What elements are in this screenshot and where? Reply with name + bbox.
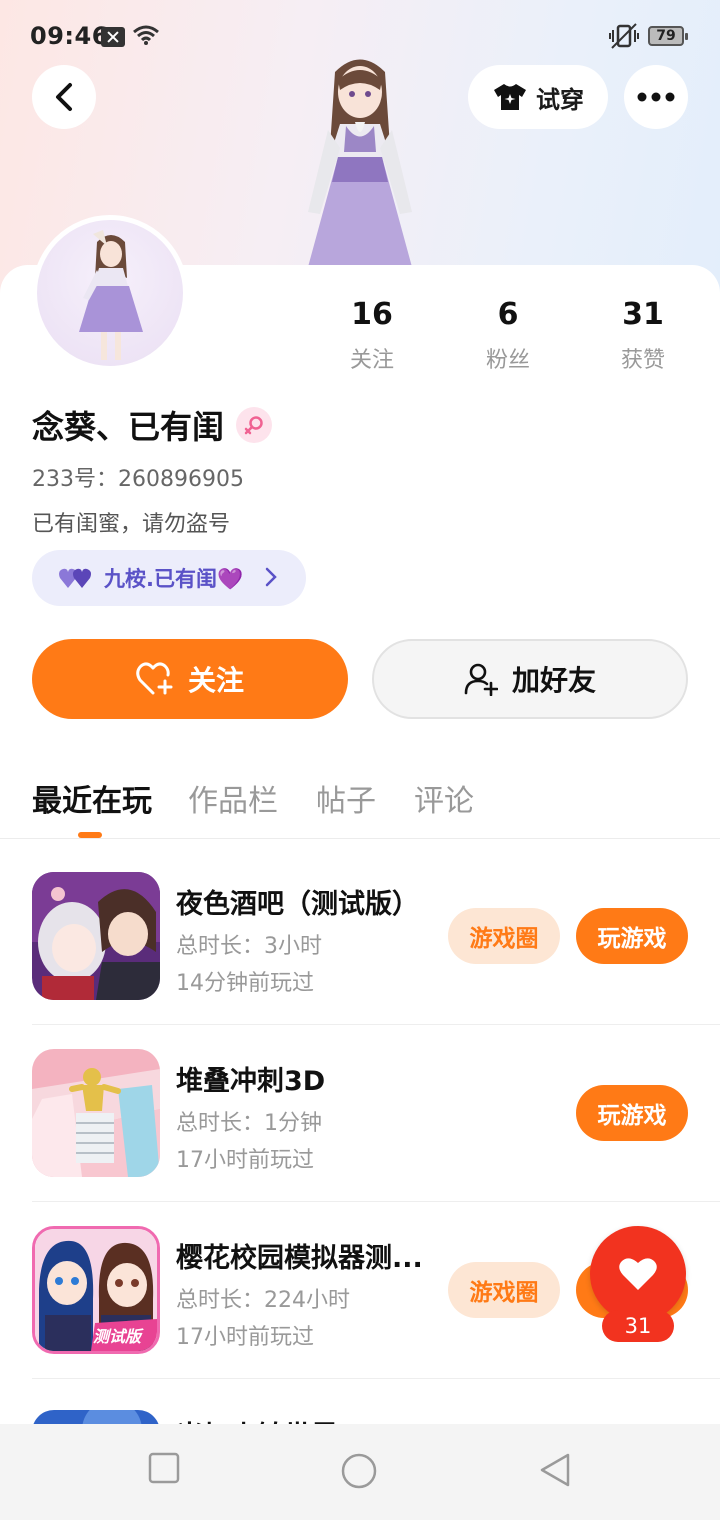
heart-plus-icon [136, 662, 173, 695]
game-icon-duidie-chongci [32, 1049, 160, 1177]
follow-label: 关注 [187, 664, 244, 697]
back-nav-button[interactable] [538, 1452, 572, 1488]
game-title: 夜色酒吧（测试版） [176, 889, 419, 920]
row-divider [32, 1201, 720, 1202]
game-icon-miga-town [32, 1410, 160, 1424]
game-last-played: 17小时前玩过 [176, 1148, 314, 1173]
add-friend-button[interactable]: 加好友 [372, 639, 688, 719]
like-count-badge: 31 [602, 1310, 674, 1342]
game-circle-button[interactable]: 游戏圈 [448, 908, 560, 964]
game-duration: 总时长：224小时 [176, 1288, 350, 1313]
chevron-left-icon [56, 83, 72, 111]
stat-fans-value: 6 [497, 297, 519, 332]
heart-pair-icon [59, 568, 91, 588]
stat-fans-label: 粉丝 [485, 348, 530, 373]
tab-works[interactable]: 作品栏 [188, 776, 278, 820]
row-divider [32, 1024, 720, 1025]
play-game-button[interactable]: 玩游戏 [576, 908, 688, 964]
row-divider [32, 1378, 720, 1379]
try-on-button[interactable]: 试穿 [468, 65, 608, 129]
like-float-button[interactable] [590, 1226, 686, 1322]
system-nav-bar [0, 1424, 720, 1520]
female-gender-icon [236, 407, 273, 443]
username: 念葵、已有闺 [32, 408, 225, 446]
home-button[interactable] [340, 1452, 378, 1490]
name-row: 念葵、已有闺 [32, 402, 273, 448]
avatar[interactable] [32, 215, 188, 371]
stat-likes-label: 获赞 [620, 348, 665, 373]
try-on-label: 试穿 [536, 85, 584, 114]
game-last-played: 17小时前玩过 [176, 1325, 314, 1350]
more-icon [637, 92, 675, 102]
battery-icon: 79 [648, 26, 688, 46]
stat-following-value: 16 [351, 297, 393, 332]
follow-button[interactable]: 关注 [32, 639, 348, 719]
game-duration: 总时长：3小时 [176, 934, 322, 959]
divider [0, 838, 720, 839]
chevron-right-icon [265, 567, 277, 587]
status-time: 09:46 [30, 22, 109, 50]
game-title: 米加小镇世界 [176, 1414, 338, 1424]
stat-following-label: 关注 [349, 348, 394, 373]
more-options-button[interactable] [624, 65, 688, 129]
game-row-duidie-chongci[interactable]: 堆叠冲刺3D 总时长：1分钟 17小时前玩过 玩游戏 [0, 1049, 720, 1225]
stat-fans[interactable]: 6 粉丝 [448, 297, 568, 374]
user-bio: 已有闺蜜，请勿盗号 [32, 512, 231, 537]
game-duration: 总时长：1分钟 [176, 1111, 322, 1136]
game-title: 堆叠冲刺3D [176, 1066, 326, 1097]
bestie-tag[interactable]: 九桉.已有闺💜 [32, 550, 306, 606]
game-row-yese-jiuba[interactable]: 夜色酒吧（测试版） 总时长：3小时 14分钟前玩过 游戏圈 玩游戏 [0, 872, 720, 1048]
add-friend-label: 加好友 [511, 664, 596, 697]
avatar-character-thumbnail [79, 230, 143, 360]
vibrate-icon [609, 23, 639, 49]
stat-likes-value: 31 [622, 297, 664, 332]
tshirt-icon [494, 84, 526, 110]
stat-likes[interactable]: 31 获赞 [583, 297, 703, 374]
tab-posts[interactable]: 帖子 [316, 776, 376, 820]
stat-following[interactable]: 16 关注 [312, 297, 432, 374]
user-id: 233号：260896905 [32, 467, 244, 492]
game-title: 樱花校园模拟器测... [176, 1243, 423, 1274]
game-icon-yese-jiuba [32, 872, 160, 1000]
recent-apps-button[interactable] [148, 1452, 180, 1484]
game-row-miga-town[interactable]: 米加小镇世界 [0, 1404, 720, 1424]
game-last-played: 14分钟前玩过 [176, 971, 314, 996]
bestie-tag-label: 九桉.已有闺💜 [104, 567, 244, 591]
add-user-icon [464, 663, 498, 696]
game-icon-badge: 测试版 [93, 1327, 142, 1346]
notification-icon [101, 27, 125, 47]
back-button[interactable] [32, 65, 96, 129]
tab-comments[interactable]: 评论 [414, 776, 474, 820]
avatar-character-figure [308, 59, 412, 267]
game-icon-sakura-school: 测试版 [32, 1226, 160, 1354]
play-game-button[interactable]: 玩游戏 [576, 1085, 688, 1141]
wifi-icon [133, 25, 159, 45]
tab-recently-played[interactable]: 最近在玩 [32, 776, 152, 820]
heart-icon [619, 1258, 657, 1290]
game-circle-button[interactable]: 游戏圈 [448, 1262, 560, 1318]
